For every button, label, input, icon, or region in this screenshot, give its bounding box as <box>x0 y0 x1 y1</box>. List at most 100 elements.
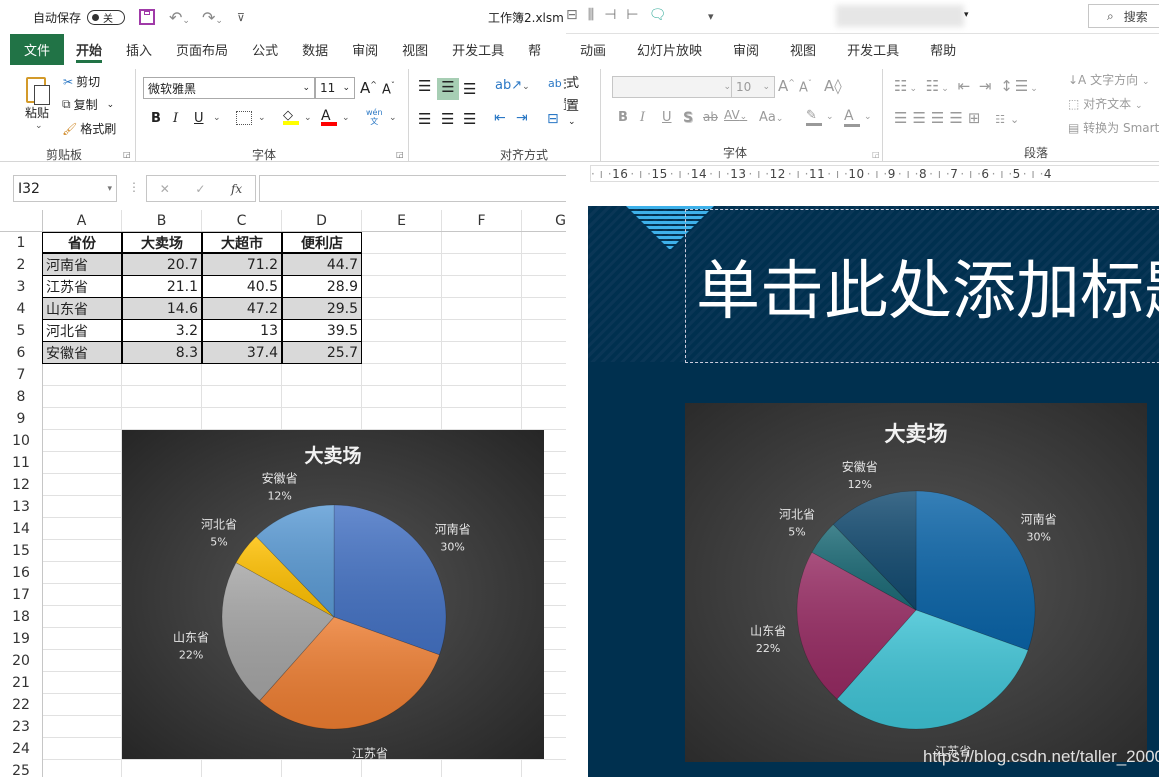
slide-canvas[interactable]: 单击此处添加标题 大卖场 河南省30%江苏省31%山东省22%河北省5%安徽省1… <box>588 206 1159 777</box>
row-header[interactable]: 9 <box>0 408 42 430</box>
italic-button[interactable]: I <box>173 111 178 126</box>
paste-label[interactable]: 粘贴 <box>25 104 49 121</box>
tab-view[interactable]: 视图 <box>390 34 440 65</box>
fill-color-icon[interactable]: ◇ <box>283 108 299 125</box>
copy-dropdown-icon[interactable]: ⌄ <box>107 100 115 110</box>
font-color-icon[interactable]: A <box>321 108 337 126</box>
decrease-font-icon[interactable]: Aˇ <box>382 81 395 97</box>
row-header[interactable]: 4 <box>0 298 42 320</box>
table-cell[interactable]: 山东省 <box>42 298 122 320</box>
table-cell[interactable]: 8.3 <box>122 342 202 364</box>
tab-home[interactable]: 开始 <box>64 34 114 65</box>
italic-button[interactable]: I <box>640 110 645 125</box>
wrap-text-icon[interactable]: ab <box>548 77 562 90</box>
font-color-dropdown-icon[interactable]: ⌄ <box>864 112 872 122</box>
phonetic-guide-icon[interactable]: wén 文 <box>366 108 383 126</box>
row-header[interactable]: 14 <box>0 518 42 540</box>
align-left-obj-icon[interactable]: ⊢ <box>626 7 648 23</box>
decrease-font-icon[interactable]: Aˇ <box>799 79 812 95</box>
highlight-dropdown-icon[interactable]: ⌄ <box>826 112 834 122</box>
column-header[interactable]: C <box>202 210 282 232</box>
table-cell[interactable]: 28.9 <box>282 276 362 298</box>
paste-dropdown-icon[interactable]: ⌄ <box>35 121 43 131</box>
table-cell[interactable]: 14.6 <box>122 298 202 320</box>
row-header[interactable]: 6 <box>0 342 42 364</box>
font-color-dropdown-icon[interactable]: ⌄ <box>342 113 350 123</box>
row-header[interactable]: 2 <box>0 254 42 276</box>
align-icon[interactable]: ⊟ <box>566 7 588 23</box>
row-header[interactable]: 5 <box>0 320 42 342</box>
row-header[interactable]: 24 <box>0 738 42 760</box>
align-right-icon[interactable]: ☰ <box>931 109 949 127</box>
underline-button[interactable]: U <box>194 111 204 126</box>
customize-qat-icon[interactable]: ▾ <box>708 10 714 23</box>
new-comment-icon[interactable]: 🗨 <box>649 7 677 23</box>
tab-review[interactable]: 审阅 <box>340 34 390 65</box>
tab-help[interactable]: 帮 <box>516 34 553 65</box>
format-painter-button[interactable]: 🖌 格式刷 <box>62 120 116 137</box>
align-right-icon[interactable]: ☰ <box>463 110 476 128</box>
align-bottom-icon[interactable]: ☰ <box>463 80 476 98</box>
change-case-button[interactable]: Aa⌄ <box>759 110 783 125</box>
table-cell[interactable]: 44.7 <box>282 254 362 276</box>
align-top-icon[interactable]: ☰ <box>418 77 431 95</box>
text-direction-button[interactable]: ↓A 文字方向 ⌄ <box>1068 71 1149 88</box>
table-cell[interactable]: 21.1 <box>122 276 202 298</box>
cut-button[interactable]: ✂ 剪切 <box>63 73 100 90</box>
table-cell[interactable]: 河南省 <box>42 254 122 276</box>
table-header-cell[interactable]: 大超市 <box>202 232 282 254</box>
excel-pie-chart[interactable]: 大卖场 河南省30%江苏省31%山东省22%河北省5%安徽省12% <box>122 430 544 759</box>
borders-icon[interactable] <box>236 111 252 125</box>
align-left-icon[interactable]: ☰ <box>418 110 431 128</box>
row-header[interactable]: 1 <box>0 232 42 254</box>
shadow-button[interactable]: S <box>683 110 693 126</box>
copy-button[interactable]: ⧉ 复制 ⌄ <box>62 96 114 113</box>
character-spacing-button[interactable]: AV⌄ <box>724 108 747 122</box>
row-header[interactable]: 23 <box>0 716 42 738</box>
slide-title-placeholder[interactable]: 单击此处添加标题 <box>685 209 1159 363</box>
align-right-obj-icon[interactable]: ⊣ <box>604 7 626 23</box>
row-header[interactable]: 11 <box>0 452 42 474</box>
column-header[interactable]: B <box>122 210 202 232</box>
table-header-cell[interactable]: 省份 <box>42 232 122 254</box>
search-box[interactable]: ⌕ 搜索 <box>1088 4 1159 28</box>
table-header-cell[interactable]: 便利店 <box>282 232 362 254</box>
column-header[interactable]: G <box>522 210 566 232</box>
justify-icon[interactable]: ☰ <box>949 109 967 127</box>
table-header-cell[interactable]: 大卖场 <box>122 232 202 254</box>
title-dropdown-icon[interactable]: ▾ <box>964 10 969 20</box>
table-cell[interactable]: 39.5 <box>282 320 362 342</box>
row-header[interactable]: 17 <box>0 584 42 606</box>
increase-font-icon[interactable]: A^ <box>360 79 377 97</box>
distribute-icon[interactable]: ⫼ <box>588 7 604 23</box>
align-center-icon[interactable]: ☰ <box>441 110 454 128</box>
table-cell[interactable]: 29.5 <box>282 298 362 320</box>
select-all-corner[interactable] <box>0 210 42 232</box>
name-box[interactable]: I32 ▾ <box>13 175 117 202</box>
paste-button[interactable] <box>24 75 54 105</box>
font-size-select[interactable]: 10 ⌄ <box>731 76 775 98</box>
formula-input[interactable] <box>259 175 566 202</box>
enter-icon[interactable]: ✓ <box>195 182 205 196</box>
bullets-icon[interactable]: ☷⌄ <box>894 77 919 95</box>
tab-formulas[interactable]: 公式 <box>240 34 290 65</box>
layout-label-partial[interactable]: 式 <box>566 72 579 91</box>
increase-indent-icon[interactable]: ⇥ <box>516 110 528 126</box>
table-cell[interactable]: 71.2 <box>202 254 282 276</box>
underline-button[interactable]: U <box>662 110 672 125</box>
undo-icon[interactable]: ↶⌄ <box>169 8 190 27</box>
table-cell[interactable]: 25.7 <box>282 342 362 364</box>
section-dropdown-icon[interactable]: ⌄ <box>568 117 576 127</box>
table-cell[interactable]: 13 <box>202 320 282 342</box>
increase-font-icon[interactable]: A^ <box>778 77 795 95</box>
row-header[interactable]: 10 <box>0 430 42 452</box>
font-launcher-icon[interactable]: ◲ <box>396 150 404 159</box>
row-header[interactable]: 16 <box>0 562 42 584</box>
tab-slideshow[interactable]: 幻灯片放映 <box>623 34 719 65</box>
tab-review[interactable]: 审阅 <box>719 34 776 65</box>
bold-button[interactable]: B <box>618 110 628 125</box>
tab-view[interactable]: 视图 <box>776 34 833 65</box>
strikethrough-button[interactable]: ab <box>703 110 718 124</box>
horizontal-ruler[interactable]: · ı · 16 · ı · 15 · ı · 14 · ı · 13 · ı … <box>590 165 1159 182</box>
clear-formatting-icon[interactable]: A◊ <box>824 77 842 95</box>
